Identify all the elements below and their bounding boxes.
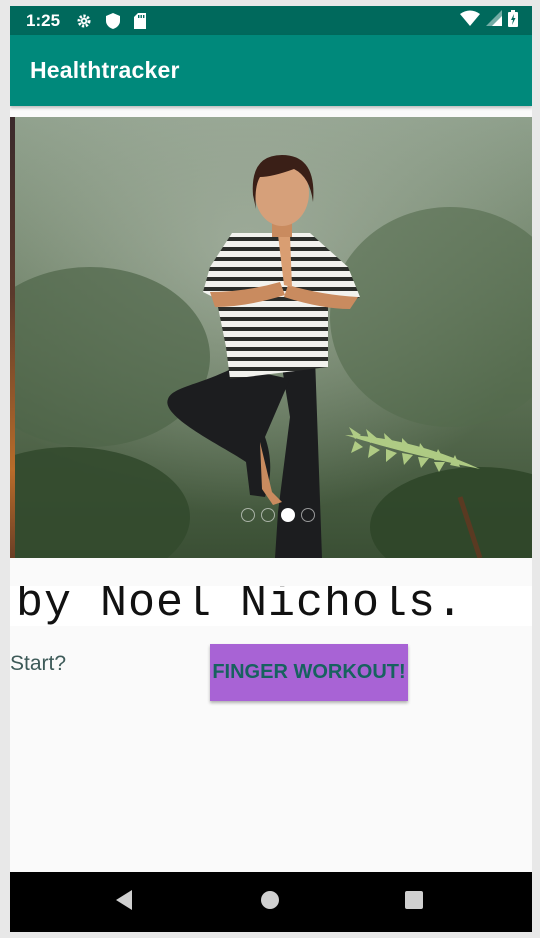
yoga-photo	[10, 117, 532, 558]
shield-icon	[106, 12, 121, 29]
photo-credit-strip: by Noel Nichols.	[10, 586, 532, 626]
wifi-icon	[460, 10, 480, 31]
home-icon[interactable]	[260, 889, 280, 916]
back-icon[interactable]	[114, 889, 134, 916]
status-time: 1:25	[26, 10, 61, 30]
navigation-bar	[10, 872, 532, 932]
battery-icon	[508, 9, 518, 32]
signal-icon	[486, 10, 502, 31]
app-title: Healthtracker	[30, 57, 180, 83]
app-bar: Healthtracker	[10, 35, 532, 106]
recents-icon[interactable]	[404, 889, 424, 916]
carousel-dot[interactable]	[261, 508, 275, 522]
carousel-dot[interactable]	[241, 508, 255, 522]
sd-card-icon	[134, 12, 147, 29]
finger-workout-button[interactable]: FINGER WORKOUT!	[210, 644, 408, 701]
image-carousel[interactable]	[10, 117, 532, 558]
gear-icon	[76, 13, 92, 29]
carousel-dot[interactable]	[301, 508, 315, 522]
carousel-dot-active[interactable]	[281, 508, 295, 522]
previous-slide-edge	[10, 117, 15, 558]
status-bar: 1:25	[10, 6, 532, 35]
photo-credit-text: by Noel Nichols.	[16, 586, 465, 626]
start-label: Start?	[10, 652, 67, 675]
carousel-indicators	[10, 508, 532, 522]
phone-screen: 1:25 Healthtracker by Noel Nichols. Star…	[10, 6, 532, 932]
